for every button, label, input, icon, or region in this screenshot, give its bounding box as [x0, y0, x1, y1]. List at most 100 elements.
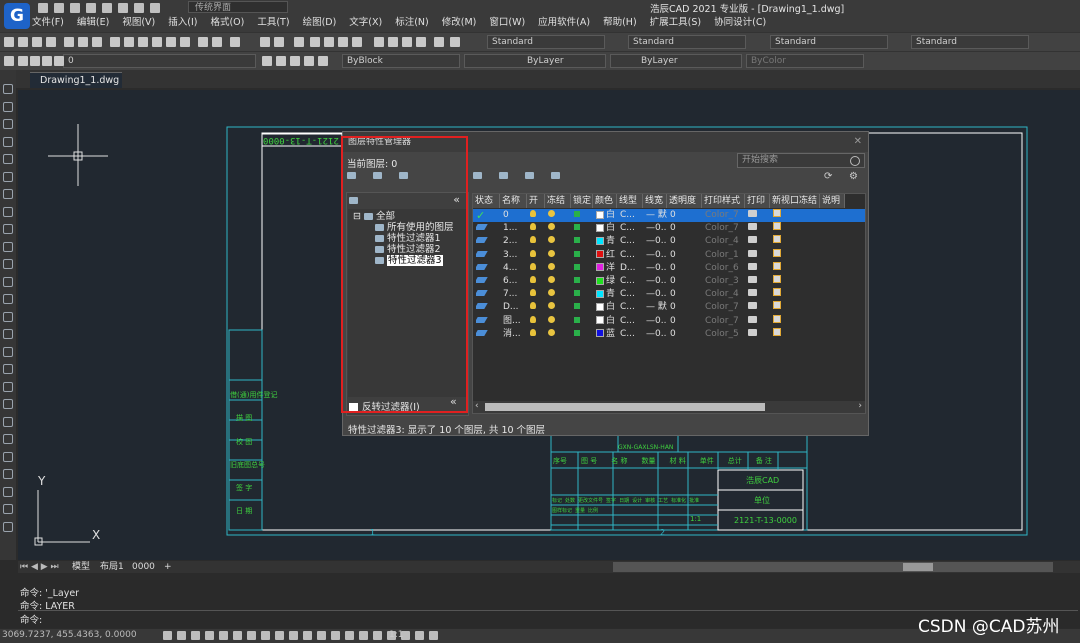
column-header[interactable]: 透明度 [667, 194, 702, 208]
draw-tool-icon[interactable] [3, 364, 13, 374]
draw-tool-icon[interactable] [3, 381, 13, 392]
lock-icon[interactable] [574, 277, 580, 283]
status-cell[interactable] [476, 262, 500, 275]
sun-icon[interactable] [548, 328, 555, 336]
printer-icon[interactable] [748, 249, 757, 257]
document-tab[interactable]: Drawing1_1.dwg [30, 72, 122, 88]
save-icon[interactable] [70, 3, 80, 13]
vp-freeze-toggle[interactable] [773, 327, 820, 341]
dim-style-select[interactable]: Standard [628, 35, 746, 49]
status-toggle-icon[interactable] [275, 631, 284, 640]
status-toggle-icon[interactable] [359, 631, 368, 640]
toolbar-tool-icon[interactable] [124, 37, 134, 47]
on-toggle[interactable] [530, 262, 545, 275]
status-toggle-icon[interactable] [303, 631, 312, 640]
transparency-cell[interactable]: 0 [670, 262, 702, 275]
menu-item[interactable]: 窗口(W) [489, 16, 525, 30]
vp-freeze-icon[interactable] [773, 222, 781, 231]
linetype-cell[interactable]: C... [620, 249, 643, 262]
save-as-icon[interactable] [86, 3, 96, 13]
color-cell[interactable]: 白 [596, 301, 617, 314]
freeze-toggle[interactable] [548, 275, 571, 288]
status-toggle-icon[interactable] [247, 631, 256, 640]
lock-icon[interactable] [574, 316, 580, 323]
plot-toggle[interactable] [748, 315, 770, 328]
plot-toggle[interactable] [748, 209, 770, 222]
menu-item[interactable]: 标注(N) [395, 16, 429, 30]
column-header[interactable]: 线宽 [643, 194, 667, 208]
menu-item[interactable]: 插入(I) [168, 16, 197, 30]
menu-item[interactable]: 文字(X) [349, 16, 382, 30]
tab-add[interactable]: + [164, 561, 172, 573]
status-toggle-icon[interactable] [205, 631, 214, 640]
freeze-toggle[interactable] [548, 235, 571, 248]
canvas-hscroll-thumb[interactable] [903, 563, 933, 571]
vp-freeze-icon[interactable] [773, 288, 781, 297]
toolbar-tool-icon[interactable] [180, 37, 190, 47]
layer-name[interactable]: 6... [503, 275, 527, 288]
transparency-cell[interactable]: 0 [670, 315, 702, 328]
draw-tool-icon[interactable] [3, 504, 13, 514]
close-icon[interactable]: ✕ [854, 136, 862, 147]
color-cell[interactable]: 青 [596, 235, 617, 248]
printer-icon[interactable] [748, 302, 757, 310]
linetype-cell[interactable]: C... [620, 275, 643, 288]
draw-tool-icon[interactable] [3, 206, 13, 217]
toolbar-tool-icon[interactable] [46, 37, 56, 47]
draw-tool-icon[interactable] [3, 521, 13, 532]
canvas-hscroll[interactable] [613, 562, 1053, 572]
plot-toggle[interactable] [748, 249, 770, 262]
lock-toggle[interactable] [574, 315, 593, 328]
lock-toggle[interactable] [574, 262, 593, 275]
on-toggle[interactable] [530, 222, 545, 235]
workspace-icon[interactable] [150, 3, 160, 13]
status-cell[interactable] [476, 222, 500, 235]
draw-tool-icon[interactable] [3, 311, 13, 322]
vp-freeze-toggle[interactable] [773, 235, 820, 248]
scroll-left-icon[interactable]: ‹ [475, 401, 479, 411]
color-cell[interactable]: 白 [596, 315, 617, 328]
draw-tool-icon[interactable] [3, 276, 13, 287]
printer-icon[interactable] [748, 276, 757, 283]
workspace-select[interactable]: 传统界面 [188, 1, 288, 13]
draw-tool-icon[interactable] [3, 84, 13, 94]
column-header[interactable]: 开 [527, 194, 545, 208]
status-toggle-icon[interactable] [191, 631, 200, 640]
toolbar-tool-icon[interactable] [32, 37, 42, 47]
vp-freeze-toggle[interactable] [773, 314, 820, 328]
lock-icon[interactable] [574, 290, 580, 297]
printer-icon[interactable] [748, 210, 757, 217]
layer-row[interactable]: 图... 白 C... —0... 0 Color_7 [473, 314, 865, 328]
layer-name[interactable]: 消... [503, 328, 527, 341]
draw-tool-icon[interactable] [3, 329, 13, 339]
undo-icon[interactable] [118, 3, 128, 13]
toolbar-tool-icon[interactable] [338, 37, 348, 47]
vp-freeze-icon[interactable] [773, 235, 781, 244]
on-toggle[interactable] [530, 328, 545, 341]
color-cell[interactable]: 红 [596, 249, 617, 262]
status-toggle-icon[interactable] [331, 631, 340, 640]
layer-tool-icon[interactable] [30, 56, 40, 66]
lineweight-cell[interactable]: —0... [646, 235, 667, 248]
layer-name[interactable]: 0 [503, 209, 527, 222]
layer-tool-icon[interactable] [262, 56, 272, 66]
delete-layer-icon[interactable] [525, 172, 534, 179]
lineweight-cell[interactable]: —0... [646, 262, 667, 275]
transparency-cell[interactable]: 0 [670, 222, 702, 235]
draw-tool-icon[interactable] [3, 346, 13, 357]
status-cell[interactable] [476, 249, 500, 262]
lock-icon[interactable] [574, 303, 580, 310]
refresh-icon[interactable]: ⟳ [824, 171, 832, 182]
lightbulb-icon[interactable] [530, 328, 536, 336]
vp-freeze-toggle[interactable] [773, 261, 820, 275]
on-toggle[interactable] [530, 288, 545, 301]
lock-icon[interactable] [574, 263, 580, 270]
lineweight-cell[interactable]: —0... [646, 328, 667, 341]
lightbulb-icon[interactable] [530, 289, 536, 297]
status-toggle-icon[interactable] [233, 631, 242, 640]
lightbulb-icon[interactable] [530, 276, 536, 283]
app-logo-icon[interactable]: G [4, 3, 30, 29]
status-toggle-icon[interactable] [345, 631, 354, 640]
column-header[interactable]: 锁定 [571, 194, 593, 208]
vp-freeze-toggle[interactable] [773, 288, 820, 301]
